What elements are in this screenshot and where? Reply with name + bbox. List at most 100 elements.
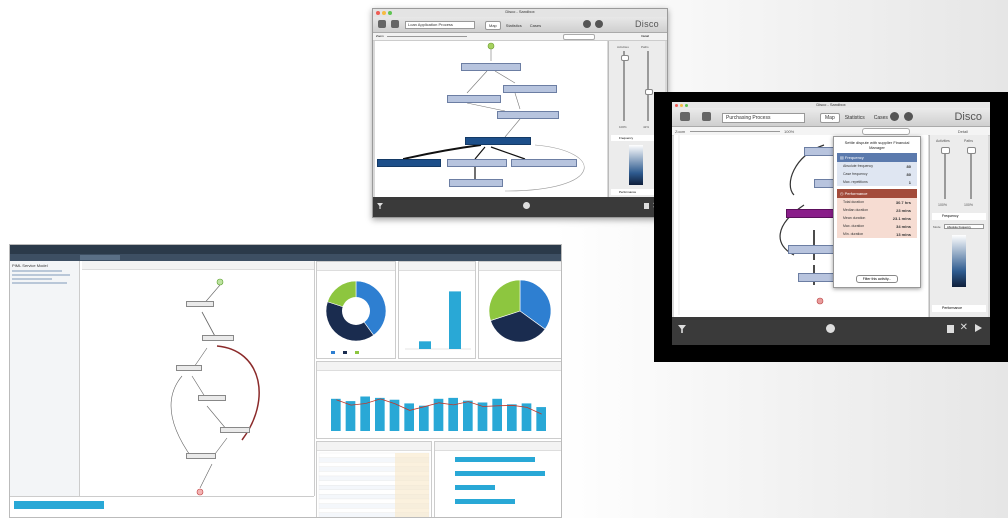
bar (492, 398, 502, 431)
process-node[interactable] (449, 179, 503, 187)
tree-item[interactable] (12, 274, 70, 276)
horizontal-bar-chart (455, 457, 545, 504)
project-icon[interactable] (378, 20, 386, 28)
bar (375, 397, 385, 431)
filter-activity-button[interactable]: Filter this activity... (856, 275, 898, 283)
graph-node[interactable] (176, 365, 202, 371)
maximize-icon[interactable] (685, 104, 688, 107)
project-field[interactable]: Purchasing Process (722, 113, 805, 123)
process-node[interactable] (447, 95, 501, 103)
tab-statistics[interactable]: Statistics (503, 22, 525, 29)
minimize-icon[interactable] (680, 104, 683, 107)
frequency-section[interactable]: Frequency (932, 213, 986, 220)
maximize-icon[interactable] (388, 11, 392, 15)
gear-icon[interactable] (583, 20, 591, 28)
donut-hole (342, 297, 370, 325)
process-node-highlighted[interactable] (465, 137, 531, 145)
export-arrow-icon[interactable] (975, 324, 982, 332)
process-node[interactable] (503, 85, 557, 93)
paths-slider-handle[interactable] (645, 89, 653, 95)
graph-node[interactable] (186, 453, 216, 459)
bar-chart (405, 291, 471, 350)
tab-cases[interactable]: Cases (527, 22, 544, 29)
search-input[interactable] (563, 34, 595, 40)
filter-icon[interactable] (678, 325, 686, 333)
performance-section[interactable]: Performance (932, 305, 986, 312)
tab-cases[interactable]: Cases (870, 114, 892, 122)
tab-map[interactable]: Map (820, 113, 840, 123)
process-node-selected[interactable] (786, 209, 838, 218)
dataset-icon[interactable] (702, 112, 711, 121)
animation-icon[interactable] (523, 202, 530, 209)
dashboard-screenshot: PIML Service Model (9, 244, 562, 518)
popup-title: Settle dispute with supplier Financial M… (844, 140, 910, 150)
donut-chart (325, 280, 387, 354)
search-input[interactable] (862, 128, 910, 135)
zoom-slider[interactable] (690, 131, 780, 132)
frequency-block: Absolute frequency 80 Case frequency 80 Ma… (837, 162, 917, 186)
stat-row: Mean duration 23.1 mins (843, 215, 911, 221)
tree-item[interactable] (12, 282, 67, 284)
stat-row: Max. duration 34 mins (843, 223, 911, 229)
process-node[interactable] (798, 273, 836, 282)
process-node[interactable] (497, 111, 559, 119)
paths-slider[interactable] (970, 147, 972, 199)
mode-select[interactable]: Absolute frequency (944, 224, 984, 229)
zoom-slider[interactable] (387, 36, 467, 37)
tree-item[interactable] (12, 270, 62, 272)
tab-active[interactable] (80, 255, 120, 260)
stat-row: Max. repetitions 1 (843, 179, 911, 185)
process-node-highlighted[interactable] (377, 159, 441, 167)
process-graph-panel[interactable] (82, 261, 315, 496)
project-icon[interactable] (680, 112, 690, 121)
minimize-icon[interactable] (382, 11, 386, 15)
delete-icon[interactable]: ✕ (960, 322, 968, 333)
graph-node[interactable] (186, 301, 214, 307)
copy-icon[interactable] (947, 325, 954, 333)
window-title: Disco - Sandbox (816, 102, 846, 107)
filter-icon[interactable] (377, 203, 383, 209)
paths-percent: 42% (643, 125, 650, 129)
toolbar: Purchasing Process Map Statistics Cases Di… (672, 108, 990, 127)
paths-slider[interactable] (647, 51, 649, 121)
menu-bar (10, 245, 561, 254)
dataset-icon[interactable] (391, 20, 399, 28)
paths-slider-handle[interactable] (967, 147, 976, 154)
activities-slider[interactable] (944, 147, 946, 199)
zoom-row: Zoom Detail (373, 33, 667, 41)
bar (455, 471, 545, 476)
legend-swatch (343, 351, 347, 354)
tab-statistics[interactable]: Statistics (841, 114, 869, 122)
close-icon[interactable] (675, 104, 678, 107)
process-node[interactable] (461, 63, 521, 71)
animation-icon[interactable] (826, 324, 835, 333)
project-field[interactable]: Loan Application Process (405, 21, 475, 29)
zoom-label: Zoom (376, 34, 384, 38)
close-icon[interactable] (376, 11, 380, 15)
activities-slider-handle[interactable] (941, 147, 950, 154)
process-map-canvas[interactable] (375, 41, 607, 197)
disco-window-purchasing: Disco - Sandbox Purchasing Process Map St… (672, 102, 990, 345)
copy-icon[interactable] (644, 203, 649, 209)
bar (455, 485, 495, 490)
activities-slider-handle[interactable] (621, 55, 629, 61)
process-node[interactable] (447, 159, 507, 167)
process-node[interactable] (804, 147, 834, 156)
bar-chart-panel (398, 261, 476, 359)
tree-item[interactable] (12, 278, 52, 280)
view-tabs: Map Statistics Cases (820, 113, 893, 123)
tab-map[interactable]: Map (485, 21, 501, 30)
graph-node[interactable] (198, 395, 226, 401)
graph-node[interactable] (202, 335, 234, 341)
window-controls[interactable] (376, 11, 394, 16)
activities-slider[interactable] (623, 51, 625, 121)
export-icon[interactable] (904, 112, 913, 121)
table-panel (316, 441, 432, 517)
detail-label: Detail (957, 129, 968, 134)
export-icon[interactable] (595, 20, 603, 28)
graph-panel-header (82, 261, 314, 270)
panel-header (317, 442, 431, 451)
process-node[interactable] (511, 159, 577, 167)
gear-icon[interactable] (890, 112, 899, 121)
graph-node[interactable] (220, 427, 250, 433)
